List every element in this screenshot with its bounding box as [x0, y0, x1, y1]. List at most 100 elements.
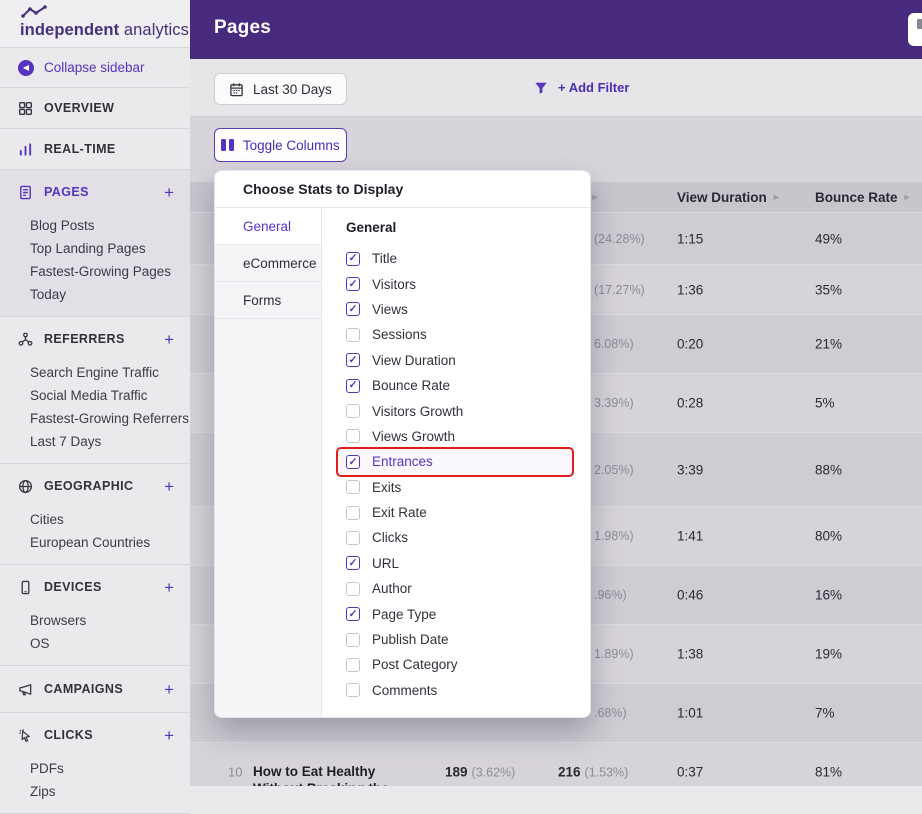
sidebar-item-today[interactable]: Today: [0, 283, 190, 306]
sidebar-section-clicks: CLICKS + PDFs Zips: [0, 713, 190, 814]
option-view-duration[interactable]: ✓View Duration: [338, 348, 572, 373]
sidebar-section-real-time: REAL-TIME: [0, 129, 190, 170]
header-partial-button[interactable]: [908, 13, 922, 46]
checkbox-icon[interactable]: [346, 506, 360, 520]
checkbox-icon[interactable]: [346, 658, 360, 672]
option-visitors-growth[interactable]: Visitors Growth: [338, 398, 572, 423]
option-entrances[interactable]: ✓Entrances: [338, 449, 572, 474]
option-url[interactable]: ✓URL: [338, 551, 572, 576]
sidebar-section-pages: PAGES + Blog Posts Top Landing Pages Fas…: [0, 170, 190, 317]
checkbox-icon[interactable]: [346, 480, 360, 494]
sidebar-item-last-7-days[interactable]: Last 7 Days: [0, 430, 190, 453]
sidebar-item-cities[interactable]: Cities: [0, 508, 190, 531]
option-views[interactable]: ✓Views: [338, 297, 572, 322]
option-clicks[interactable]: Clicks: [338, 525, 572, 550]
row-title-link[interactable]: How to Eat HealthyWithout Breaking the: [253, 763, 389, 786]
option-exits[interactable]: Exits: [338, 475, 572, 500]
option-comments[interactable]: Comments: [338, 678, 572, 703]
tab-ecommerce[interactable]: eCommerce: [215, 245, 321, 282]
add-referrers-report-button[interactable]: +: [164, 331, 174, 348]
sidebar-item-devices[interactable]: DEVICES +: [0, 565, 190, 609]
collapse-sidebar-button[interactable]: ◀ Collapse sidebar: [0, 48, 190, 88]
column-header-bounce-rate[interactable]: Bounce Rate▸: [815, 182, 910, 212]
partial-icon: [917, 19, 922, 29]
checkbox-icon[interactable]: [346, 328, 360, 342]
sidebar-section-referrers: REFERRERS + Search Engine Traffic Social…: [0, 317, 190, 464]
collapse-icon: ◀: [18, 60, 34, 76]
sidebar-item-geographic[interactable]: GEOGRAPHIC +: [0, 464, 190, 508]
add-filter-button[interactable]: + Add Filter: [534, 80, 629, 95]
clicks-icon: [18, 728, 33, 743]
checkbox-icon[interactable]: ✓: [346, 353, 360, 367]
pages-table-area: s▸ View Duration▸ Bounce Rate▸ (24.28%) …: [190, 117, 922, 786]
checkbox-icon[interactable]: [346, 404, 360, 418]
sort-icon: ▸: [593, 192, 598, 203]
sidebar-item-european-countries[interactable]: European Countries: [0, 531, 190, 554]
tab-general[interactable]: General: [215, 208, 321, 245]
sidebar-item-social-media-traffic[interactable]: Social Media Traffic: [0, 384, 190, 407]
popover-options-panel: General ✓Title ✓Visitors ✓Views Sessions…: [322, 208, 590, 718]
sidebar-item-zips[interactable]: Zips: [0, 780, 190, 803]
option-author[interactable]: Author: [338, 576, 572, 601]
collapse-label: Collapse sidebar: [44, 60, 145, 75]
checkbox-icon[interactable]: ✓: [346, 277, 360, 291]
table-row-10: 10 How to Eat HealthyWithout Breaking th…: [190, 742, 922, 786]
logo[interactable]: independent analytics: [0, 0, 190, 48]
real-time-icon: [18, 142, 33, 157]
page-header: Pages: [190, 0, 922, 59]
filter-funnel-icon: [534, 81, 548, 95]
overview-icon: [18, 101, 33, 116]
add-campaigns-report-button[interactable]: +: [164, 681, 174, 698]
checkbox-icon[interactable]: [346, 633, 360, 647]
checkbox-icon[interactable]: ✓: [346, 607, 360, 621]
referrers-icon: [18, 332, 33, 347]
tab-forms[interactable]: Forms: [215, 282, 321, 319]
checkbox-icon[interactable]: [346, 582, 360, 596]
checkbox-icon[interactable]: ✓: [346, 556, 360, 570]
options-group-heading: General: [346, 220, 572, 246]
sidebar-item-fastest-growing-pages[interactable]: Fastest-Growing Pages: [0, 260, 190, 283]
sidebar-item-overview[interactable]: OVERVIEW: [0, 88, 190, 128]
option-visitors[interactable]: ✓Visitors: [338, 271, 572, 296]
sidebar-item-os[interactable]: OS: [0, 632, 190, 655]
sidebar-item-pages[interactable]: PAGES +: [0, 170, 190, 214]
option-page-type[interactable]: ✓Page Type: [338, 601, 572, 626]
views-cell: 216(1.53%): [558, 765, 628, 780]
sidebar-item-pdfs[interactable]: PDFs: [0, 757, 190, 780]
sidebar-section-devices: DEVICES + Browsers OS: [0, 565, 190, 666]
column-header-view-duration[interactable]: View Duration▸: [677, 182, 779, 212]
sidebar-item-top-landing-pages[interactable]: Top Landing Pages: [0, 237, 190, 260]
option-title[interactable]: ✓Title: [338, 246, 572, 271]
sidebar-section-geographic: GEOGRAPHIC + Cities European Countries: [0, 464, 190, 565]
option-exit-rate[interactable]: Exit Rate: [338, 500, 572, 525]
date-range-button[interactable]: Last 30 Days: [214, 73, 347, 105]
checkbox-icon[interactable]: ✓: [346, 302, 360, 316]
sidebar-item-clicks[interactable]: CLICKS +: [0, 713, 190, 757]
checkbox-icon[interactable]: [346, 429, 360, 443]
checkbox-icon[interactable]: [346, 683, 360, 697]
sidebar-item-search-engine-traffic[interactable]: Search Engine Traffic: [0, 361, 190, 384]
option-views-growth[interactable]: Views Growth: [338, 424, 572, 449]
add-clicks-report-button[interactable]: +: [164, 727, 174, 744]
option-publish-date[interactable]: Publish Date: [338, 627, 572, 652]
sidebar-item-browsers[interactable]: Browsers: [0, 609, 190, 632]
sidebar-item-campaigns[interactable]: CAMPAIGNS +: [0, 666, 190, 712]
checkbox-icon[interactable]: ✓: [346, 455, 360, 469]
columns-icon: [221, 139, 234, 151]
popover-tab-rail: General eCommerce Forms: [215, 208, 322, 718]
toggle-columns-button[interactable]: Toggle Columns: [214, 128, 347, 162]
sidebar-item-real-time[interactable]: REAL-TIME: [0, 129, 190, 169]
option-bounce-rate[interactable]: ✓Bounce Rate: [338, 373, 572, 398]
add-devices-report-button[interactable]: +: [164, 579, 174, 596]
add-pages-report-button[interactable]: +: [164, 184, 174, 201]
sidebar-item-fastest-growing-referrers[interactable]: Fastest-Growing Referrers: [0, 407, 190, 430]
checkbox-icon[interactable]: ✓: [346, 379, 360, 393]
checkbox-icon[interactable]: ✓: [346, 252, 360, 266]
add-geographic-report-button[interactable]: +: [164, 478, 174, 495]
sidebar-item-referrers[interactable]: REFERRERS +: [0, 317, 190, 361]
option-post-category[interactable]: Post Category: [338, 652, 572, 677]
option-sessions[interactable]: Sessions: [338, 322, 572, 347]
checkbox-icon[interactable]: [346, 531, 360, 545]
sidebar-item-blog-posts[interactable]: Blog Posts: [0, 214, 190, 237]
page-title: Pages: [214, 17, 271, 39]
